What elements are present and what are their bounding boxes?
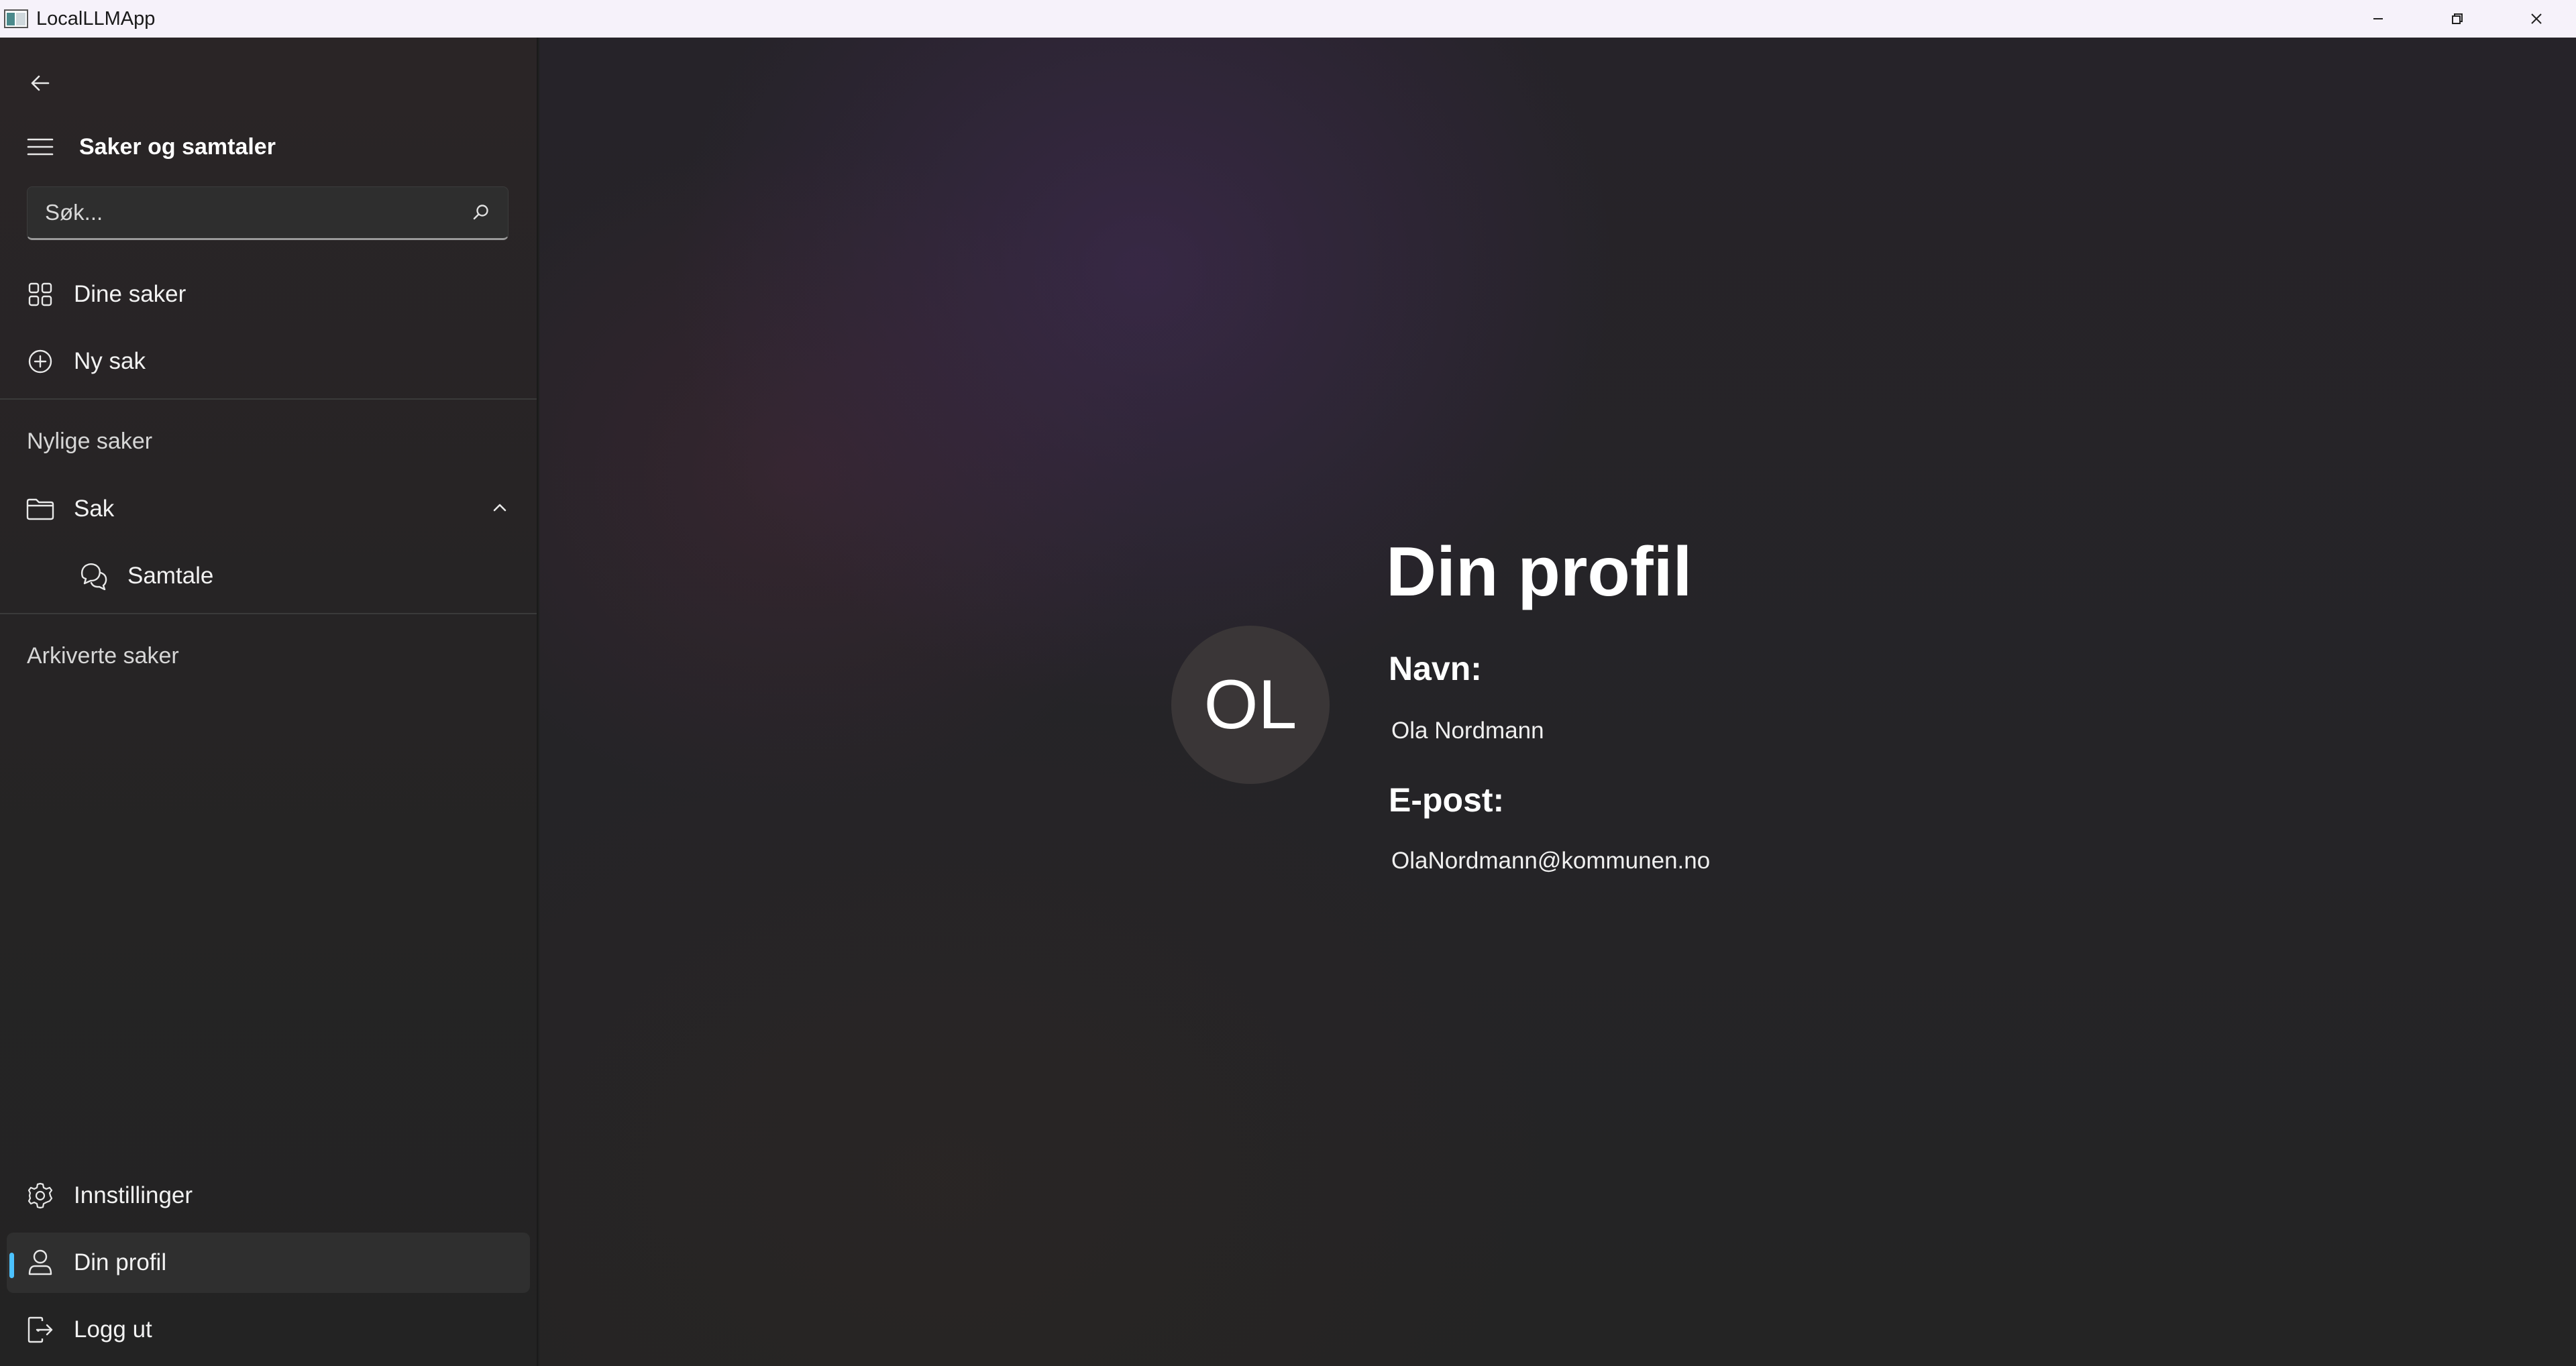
arrow-left-icon [31, 75, 50, 91]
profile-page: OL Din profil Navn: Ola Nordmann E-post:… [539, 38, 2576, 1366]
name-value: Ola Nordmann [1391, 718, 1544, 744]
nav-item-label: Ny sak [74, 348, 146, 374]
grid-icon [7, 282, 74, 307]
search-box [27, 186, 508, 240]
email-label: E-post: [1389, 781, 1505, 819]
minimize-button[interactable] [2339, 0, 2418, 38]
folder-icon [7, 497, 74, 521]
search-button[interactable] [454, 186, 508, 239]
nav-item-label: Dine saker [74, 281, 186, 307]
navigation-pane: Saker og samtaler Dine saker [0, 38, 538, 1366]
nav-item-label: Sak [74, 496, 115, 522]
nav-item-label: Din profil [74, 1249, 167, 1275]
selection-indicator [9, 1253, 14, 1278]
recent-cases-heading: Nylige saker [27, 429, 153, 454]
nav-item-label: Logg ut [74, 1316, 152, 1343]
nav-item-dine-saker[interactable]: Dine saker [7, 264, 530, 325]
close-icon [2531, 13, 2542, 24]
nav-item-din-profil[interactable]: Din profil [7, 1233, 530, 1293]
search-input[interactable] [28, 187, 454, 238]
hamburger-icon [27, 138, 54, 156]
back-button[interactable] [20, 63, 60, 103]
title-bar: LocalLLMApp [0, 0, 2576, 38]
archived-cases-heading: Arkiverte saker [27, 643, 179, 669]
window-title: LocalLLMApp [36, 8, 156, 30]
nav-item-innstillinger[interactable]: Innstillinger [7, 1165, 530, 1226]
nav-item-label: Innstillinger [74, 1182, 193, 1208]
restore-icon [2452, 13, 2463, 24]
nav-item-ny-sak[interactable]: Ny sak [7, 331, 530, 392]
gear-icon [7, 1182, 74, 1210]
add-circle-icon [7, 348, 74, 375]
email-value: OlaNordmann@kommunen.no [1391, 848, 1711, 874]
nav-item-sak[interactable]: Sak [7, 479, 530, 539]
divider [0, 613, 537, 614]
sign-out-icon [7, 1316, 74, 1344]
divider [0, 398, 537, 400]
nav-item-logg-ut[interactable]: Logg ut [7, 1300, 530, 1360]
chevron-up-icon[interactable] [488, 496, 511, 519]
nav-item-samtale[interactable]: Samtale [60, 546, 530, 606]
search-icon [473, 205, 488, 220]
nav-item-label: Samtale [127, 563, 214, 589]
app-icon [4, 9, 28, 28]
name-label: Navn: [1389, 650, 1482, 687]
restore-button[interactable] [2418, 0, 2497, 38]
person-icon [7, 1249, 74, 1277]
chat-icon [60, 562, 127, 590]
page-title: Din profil [1386, 533, 1693, 611]
close-button[interactable] [2497, 0, 2576, 38]
pane-title: Saker og samtaler [79, 134, 276, 160]
menu-toggle-button[interactable] [20, 127, 60, 167]
minimize-icon [2373, 18, 2383, 19]
avatar: OL [1171, 626, 1330, 784]
